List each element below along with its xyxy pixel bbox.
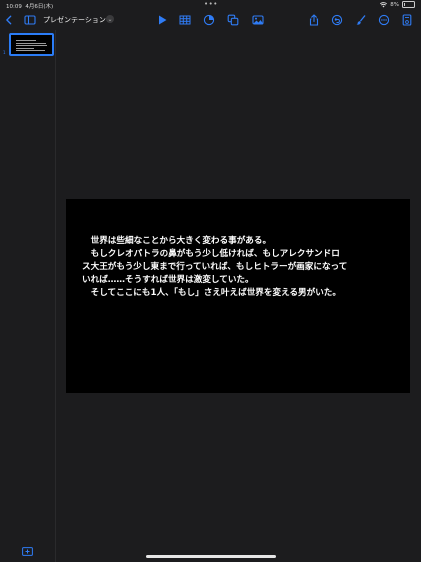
slide-paragraph: いれば……そうすれば世界は激変していた。 xyxy=(82,275,254,285)
home-indicator[interactable] xyxy=(146,555,276,558)
slide-text-box[interactable]: 世界は些細なことから大きく変わる事がある。 もしクレオパトラの鼻がもう少し低けれ… xyxy=(82,235,400,300)
slide[interactable]: 世界は些細なことから大きく変わる事がある。 もしクレオパトラの鼻がもう少し低けれ… xyxy=(66,199,410,393)
sidebar-icon[interactable] xyxy=(24,13,36,27)
add-slide-icon[interactable] xyxy=(22,541,33,556)
table-icon[interactable] xyxy=(179,13,191,27)
thumbnail-text-line xyxy=(16,50,45,51)
slide-canvas: 世界は些細なことから大きく変わる事がある。 もしクレオパトラの鼻がもう少し低けれ… xyxy=(56,30,421,562)
slide-paragraph: そしてここにも1人、「もし」さえ叶えば世界を変える男がいた。 xyxy=(90,288,341,298)
document-title[interactable]: プレゼンテーション xyxy=(43,15,106,25)
status-bar: 10:09 4月6日(木) ••• 8% xyxy=(0,0,421,10)
slide-paragraph: 世界は些細なことから大きく変わる事がある。 xyxy=(90,236,272,246)
thumbnail-text-line xyxy=(16,47,34,49)
multitask-dots[interactable]: ••• xyxy=(204,0,218,8)
media-icon[interactable] xyxy=(251,13,264,27)
undo-icon[interactable] xyxy=(331,13,343,27)
shape-icon[interactable] xyxy=(227,13,239,27)
document-icon[interactable] xyxy=(401,13,413,27)
brush-icon[interactable] xyxy=(355,13,367,27)
back-icon[interactable] xyxy=(4,13,14,27)
battery-percent: 8% xyxy=(390,1,399,8)
thumbnail-text-line xyxy=(16,45,47,46)
share-icon[interactable] xyxy=(308,13,320,27)
slide-paragraph: ス大王がもう少し東まで行っていれば、もしヒトラーが画家になって xyxy=(82,262,348,272)
slide-paragraph: もしクレオパトラの鼻がもう少し低ければ、もしアレクサンドロ xyxy=(90,249,340,259)
thumbnail-text-line xyxy=(16,40,36,41)
play-icon[interactable] xyxy=(156,13,168,27)
chevron-down-icon[interactable]: ⌄ xyxy=(106,15,114,23)
battery-icon xyxy=(402,1,415,8)
status-right: 8% xyxy=(380,1,415,8)
status-time: 10:09 4月6日(木) xyxy=(6,4,54,10)
wifi-icon xyxy=(380,1,388,7)
toolbar: プレゼンテーション ⌄ xyxy=(0,10,421,30)
slide-thumbnail[interactable] xyxy=(11,35,52,54)
slide-thumbnail-selected[interactable] xyxy=(9,33,54,56)
slide-number: 1 xyxy=(3,50,6,55)
slide-navigator: 1 xyxy=(0,30,56,562)
chart-icon[interactable] xyxy=(203,13,215,27)
thumbnail-text-line xyxy=(16,42,46,44)
more-icon[interactable] xyxy=(378,13,390,27)
